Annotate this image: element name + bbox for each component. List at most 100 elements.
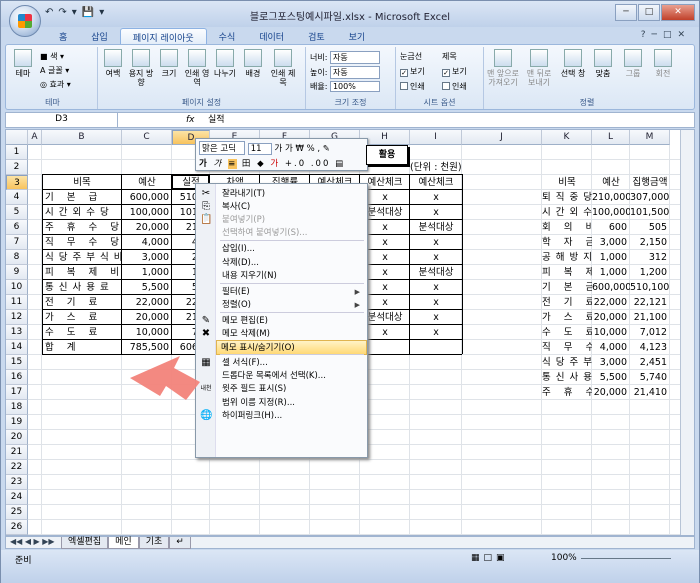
selection-pane-button[interactable]: 선택 창 xyxy=(560,49,586,78)
check-cell[interactable]: x xyxy=(410,325,462,340)
borders-button[interactable]: 田 xyxy=(242,159,253,169)
right-budget[interactable]: 600,000 xyxy=(592,280,630,295)
width-field[interactable]: 너비: 자동 xyxy=(310,51,380,64)
row-header-6[interactable]: 6 xyxy=(6,220,28,235)
right-header-cell[interactable]: 예산 xyxy=(592,175,630,190)
center-align-button[interactable]: ≡ xyxy=(228,159,238,169)
right-row-label[interactable]: 식당주부식비 xyxy=(542,355,592,370)
minimize-button[interactable]: ─ xyxy=(615,4,637,21)
table-budget[interactable]: 5,500 xyxy=(122,280,172,295)
ribbon-restore-icon[interactable]: □ xyxy=(663,30,678,40)
right-row-label[interactable]: 주 휴 수 당 xyxy=(542,385,592,400)
formula-input[interactable]: 실적 xyxy=(208,113,225,127)
tab-page-layout[interactable]: 페이지 레이아웃 xyxy=(119,28,207,45)
column-header-c[interactable]: C xyxy=(122,130,172,145)
right-header-cell[interactable]: 비목 xyxy=(542,175,592,190)
gridlines-print-checkbox[interactable]: 인쇄 xyxy=(400,81,425,92)
check-cell[interactable]: x xyxy=(410,250,462,265)
column-header-j[interactable]: J xyxy=(462,130,542,145)
column-header-a[interactable]: A xyxy=(28,130,42,145)
print-titles-button[interactable]: 인쇄 제목 xyxy=(270,49,296,87)
row-header-23[interactable]: 23 xyxy=(6,475,28,490)
row-header-2[interactable]: 2 xyxy=(6,160,28,175)
right-row-label[interactable]: 시간외수당 xyxy=(542,205,592,220)
row-header-21[interactable]: 21 xyxy=(6,445,28,460)
table-budget[interactable]: 20,000 xyxy=(122,310,172,325)
fill-color-icon[interactable]: ◆ xyxy=(257,159,266,169)
row-header-4[interactable]: 4 xyxy=(6,190,28,205)
comma-button[interactable]: , xyxy=(317,144,320,154)
right-amount[interactable]: 21,410 xyxy=(630,385,670,400)
right-row-label[interactable]: 피 복 제 비 xyxy=(542,265,592,280)
table-row-label[interactable]: 통신사용료 xyxy=(42,280,122,295)
insert-sheet-tab[interactable]: ↵ xyxy=(169,537,191,549)
table-budget[interactable]: 22,000 xyxy=(122,295,172,310)
row-header-20[interactable]: 20 xyxy=(6,430,28,445)
row-header-10[interactable]: 10 xyxy=(6,280,28,295)
office-button[interactable] xyxy=(9,5,41,37)
table-row-label[interactable]: 직 무 수 당 xyxy=(42,235,122,250)
right-amount[interactable]: 2,150 xyxy=(630,235,670,250)
print-area-button[interactable]: 인쇄 영역 xyxy=(184,49,210,87)
shrink-font-button[interactable]: 가 xyxy=(285,144,293,154)
grow-font-button[interactable]: 가 xyxy=(274,144,282,154)
column-header-i[interactable]: I xyxy=(410,130,462,145)
check-cell[interactable]: x xyxy=(410,190,462,205)
right-row-label[interactable]: 회 의 비 xyxy=(542,220,592,235)
right-amount[interactable]: 307,000 xyxy=(630,190,670,205)
right-budget[interactable]: 1,000 xyxy=(592,265,630,280)
right-row-label[interactable]: 전 기 료 xyxy=(542,295,592,310)
format-painter-icon[interactable]: ✎ xyxy=(323,144,330,154)
scale-field[interactable]: 배율: 100% xyxy=(310,81,380,92)
insert-function-icon[interactable]: fx xyxy=(186,113,195,127)
right-row-label[interactable]: 가 스 료 xyxy=(542,310,592,325)
right-amount[interactable]: 22,121 xyxy=(630,295,670,310)
right-budget[interactable]: 600 xyxy=(592,220,630,235)
row-header-7[interactable]: 7 xyxy=(6,235,28,250)
tab-data[interactable]: 데이터 xyxy=(247,28,296,45)
menu-item-14[interactable]: 메모 표시/숨기기(O) xyxy=(216,340,367,356)
row-header-13[interactable]: 13 xyxy=(6,325,28,340)
theme-colors-button[interactable]: ■ 색 ▾ xyxy=(40,51,64,62)
right-row-label[interactable]: 공해방지비 xyxy=(542,250,592,265)
row-header-1[interactable]: 1 xyxy=(6,145,28,160)
increase-decimal-button[interactable]: +.0 xyxy=(285,159,306,169)
table-row-label[interactable]: 가 스 료 xyxy=(42,310,122,325)
right-budget[interactable]: 22,000 xyxy=(592,295,630,310)
right-budget[interactable]: 1,000 xyxy=(592,250,630,265)
right-amount[interactable]: 510,100 xyxy=(630,280,670,295)
font-color-button[interactable]: 가 xyxy=(270,159,280,169)
menu-item-3[interactable]: 선택하여 붙여넣기(S)... xyxy=(218,226,366,241)
table-header-cell[interactable]: 예산 xyxy=(122,175,172,190)
row-header-17[interactable]: 17 xyxy=(6,385,28,400)
merge-center-icon[interactable]: ▤ xyxy=(335,159,345,169)
row-header-3[interactable]: 3 xyxy=(6,175,28,190)
maximize-button[interactable]: □ xyxy=(638,4,660,21)
tab-review[interactable]: 검토 xyxy=(296,28,337,45)
row-header-22[interactable]: 22 xyxy=(6,460,28,475)
check-cell[interactable]: x xyxy=(410,205,462,220)
headings-print-checkbox[interactable]: 인쇄 xyxy=(442,81,467,92)
right-row-label[interactable]: 직 무 수 당 xyxy=(542,340,592,355)
table-row-label[interactable]: 시간외수당 xyxy=(42,205,122,220)
group-button[interactable]: 그룹 xyxy=(620,49,646,78)
row-header-24[interactable]: 24 xyxy=(6,490,28,505)
right-amount[interactable]: 2,451 xyxy=(630,355,670,370)
size-button[interactable]: 크기 xyxy=(156,49,182,78)
right-budget[interactable]: 20,000 xyxy=(592,385,630,400)
right-budget[interactable]: 10,000 xyxy=(592,325,630,340)
row-header-25[interactable]: 25 xyxy=(6,505,28,520)
orientation-button[interactable]: 용지 방향 xyxy=(128,49,154,87)
right-budget[interactable]: 5,500 xyxy=(592,370,630,385)
bring-to-front-button[interactable]: 맨 앞으로 가져오기 xyxy=(486,49,520,87)
right-amount[interactable]: 101,500 xyxy=(630,205,670,220)
table-budget[interactable]: 600,000 xyxy=(122,190,172,205)
italic-button[interactable]: 가 xyxy=(214,159,224,169)
column-header-k[interactable]: K xyxy=(542,130,592,145)
height-field[interactable]: 높이: 자동 xyxy=(310,66,380,79)
sheet-nav-icon[interactable]: ◀◀ ◀ ▶ ▶▶ xyxy=(10,537,55,546)
check-cell[interactable]: x xyxy=(410,235,462,250)
right-budget[interactable]: 3,000 xyxy=(592,235,630,250)
rotate-button[interactable]: 회전 xyxy=(650,49,676,78)
font-size-select[interactable]: 11 xyxy=(247,143,272,155)
